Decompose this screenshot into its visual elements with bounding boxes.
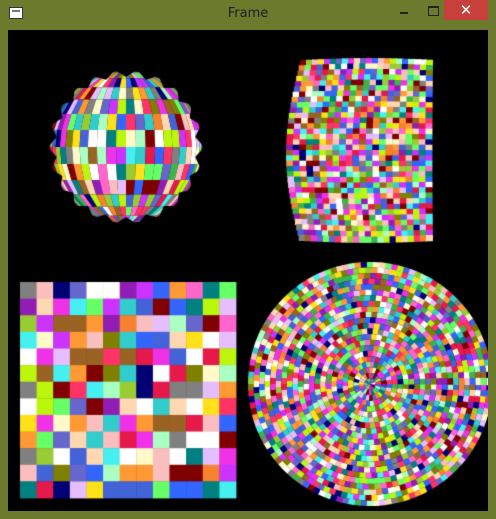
close-button[interactable]: ✕ [444,0,488,20]
drawing-canvas-area [8,30,488,511]
maximize-button[interactable] [420,0,446,20]
title-bar[interactable]: Frame ✕ [0,0,496,30]
mosaic-canvas [8,30,488,511]
minimize-button[interactable] [392,0,416,20]
application-window: Frame ✕ [0,0,496,519]
